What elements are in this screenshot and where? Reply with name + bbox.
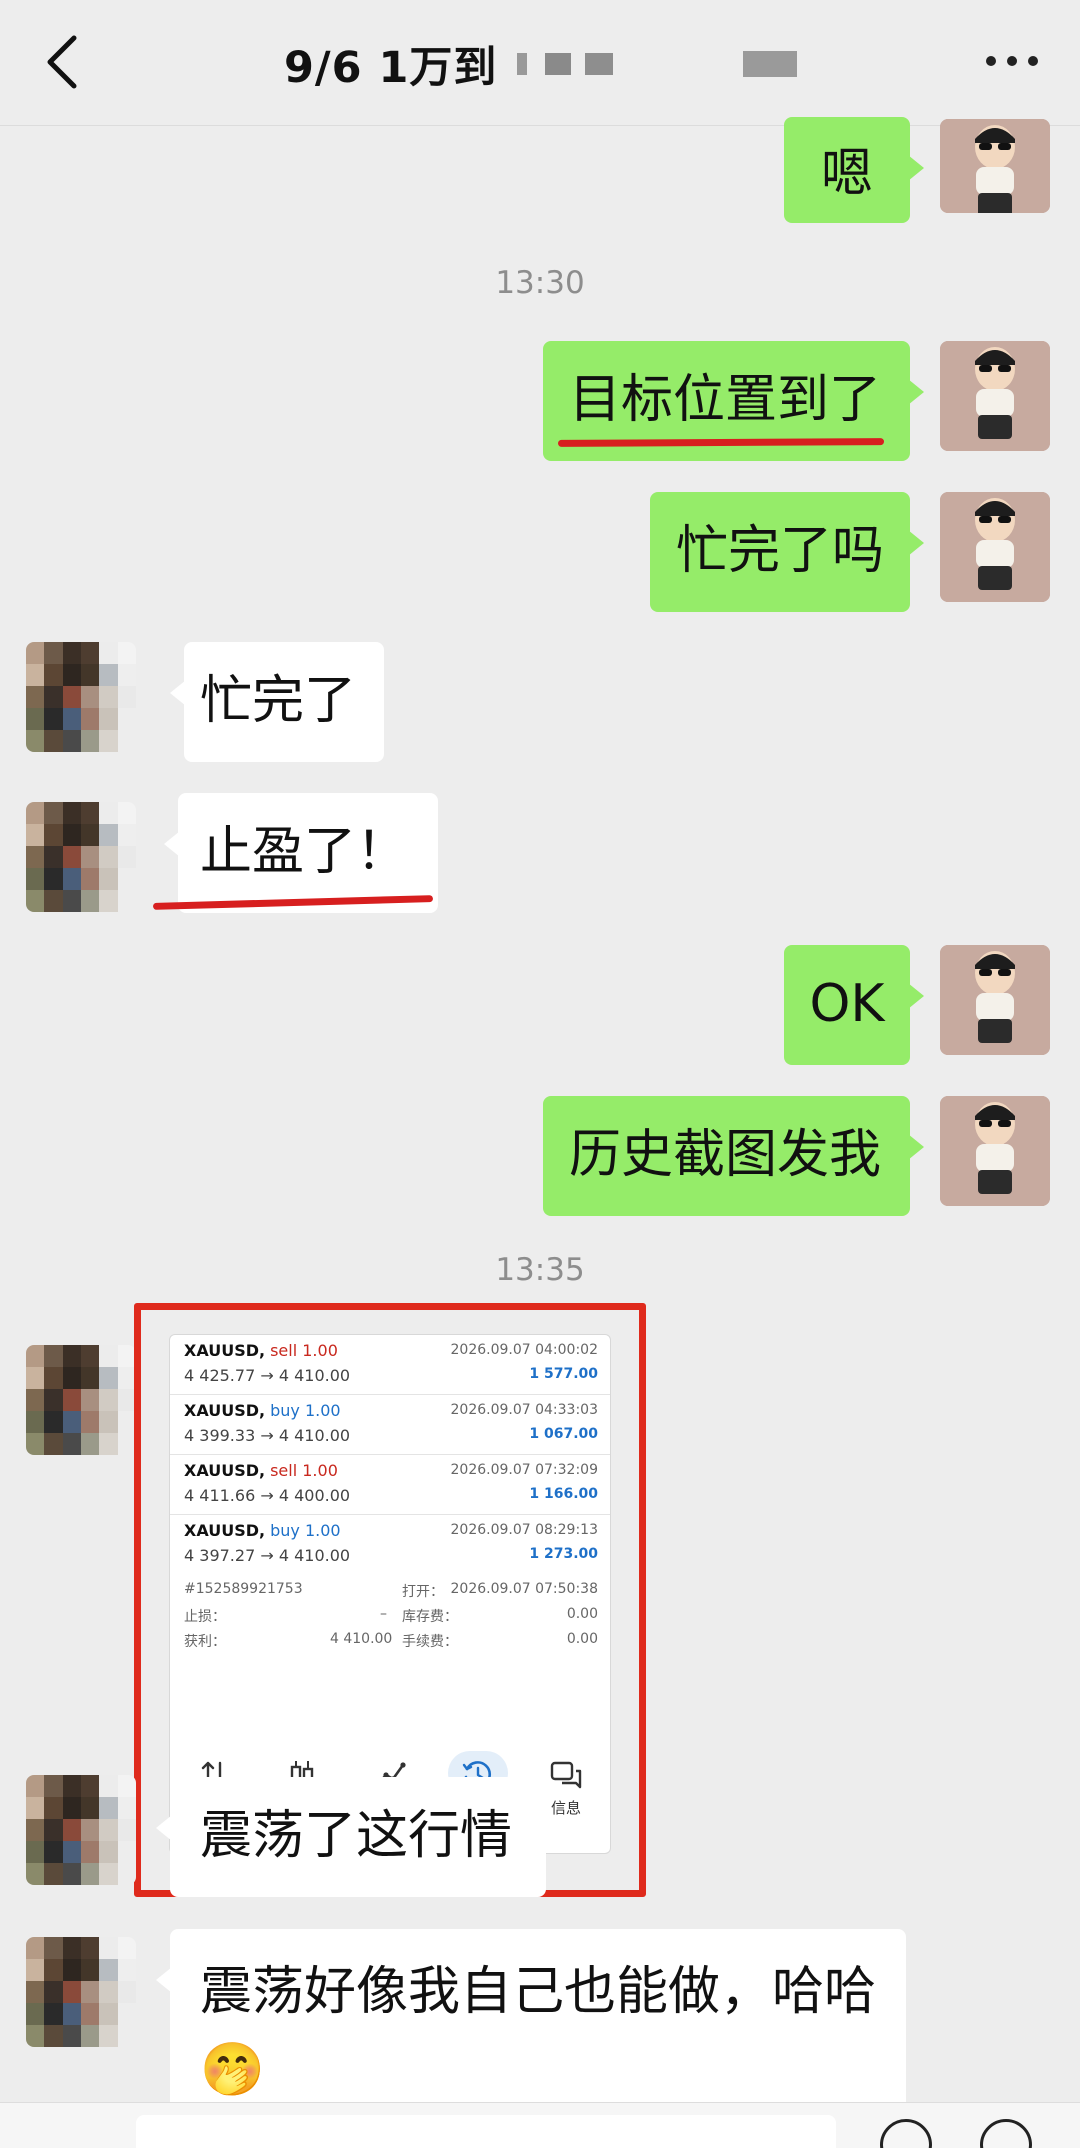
trade-prices: 4 411.66 → 4 400.00 bbox=[184, 1486, 351, 1505]
message-bubble-outgoing[interactable]: OK bbox=[784, 945, 924, 1065]
message-input[interactable] bbox=[136, 2115, 836, 2148]
trade-date: 2026.09.07 04:33:03 bbox=[450, 1402, 599, 1418]
pixelated-avatar bbox=[26, 1345, 136, 1455]
message-text: OK bbox=[809, 974, 885, 1034]
cartoon-avatar-icon bbox=[940, 492, 1050, 602]
contact-avatar-pixelated[interactable] bbox=[26, 642, 136, 752]
redacted-block bbox=[517, 53, 528, 75]
message-bubble-outgoing[interactable]: 忙完了吗 bbox=[650, 492, 924, 612]
trade-symbol-text: XAUUSD, bbox=[184, 1461, 266, 1480]
message-text: 历史截图发我 bbox=[569, 1125, 882, 1185]
trade-profit: 1 067.00 bbox=[529, 1426, 598, 1442]
sl-label: 止损： bbox=[184, 1609, 226, 1625]
trade-prices: 4 425.77 → 4 410.00 bbox=[184, 1366, 351, 1385]
trade-symbol-text: XAUUSD, bbox=[184, 1521, 266, 1540]
tp-label: 获利： bbox=[184, 1634, 226, 1650]
swap-label: 库存费： bbox=[402, 1609, 458, 1625]
trade-side: sell 1.00 bbox=[270, 1461, 338, 1480]
chevron-left-icon[interactable] bbox=[40, 34, 88, 90]
self-avatar[interactable] bbox=[940, 1096, 1050, 1206]
message-text: 止盈了！ bbox=[200, 822, 409, 882]
message-text: 震荡了这行情 bbox=[200, 1806, 513, 1866]
message-text: 忙完了吗 bbox=[676, 521, 885, 581]
trade-date: 2026.09.07 04:00:02 bbox=[450, 1342, 599, 1358]
timestamp: 13:35 bbox=[495, 1252, 585, 1288]
redacted-block bbox=[545, 53, 572, 75]
chat-header: 9/6 1万到 bbox=[0, 0, 1080, 126]
open-label: 打开： bbox=[402, 1584, 444, 1600]
open-value: 2026.09.07 07:50:38 bbox=[450, 1581, 599, 1597]
chat-title: 9/6 1万到 bbox=[284, 43, 498, 93]
contact-avatar-pixelated[interactable] bbox=[26, 802, 136, 912]
pixelated-avatar bbox=[26, 1937, 136, 2047]
trade-symbol: XAUUSD, buy 1.00 bbox=[184, 1401, 341, 1420]
trade-row: XAUUSD, buy 1.00 4 399.33 → 4 410.00 2026… bbox=[170, 1395, 610, 1455]
message-text: 忙完了 bbox=[200, 671, 357, 731]
cartoon-avatar-icon bbox=[940, 1096, 1050, 1206]
message-bubble-outgoing[interactable]: 历史截图发我 bbox=[543, 1096, 924, 1216]
chat-title-wrap: 9/6 1万到 bbox=[284, 34, 798, 94]
cartoon-avatar-icon bbox=[940, 119, 1050, 213]
trade-row: XAUUSD, sell 1.00 4 411.66 → 4 400.00 202… bbox=[170, 1455, 610, 1515]
cartoon-avatar-icon bbox=[940, 945, 1050, 1055]
redacted-block bbox=[585, 53, 614, 75]
self-avatar[interactable] bbox=[940, 492, 1050, 602]
pixelated-avatar bbox=[26, 1775, 136, 1885]
trade-date: 2026.09.07 08:29:13 bbox=[450, 1522, 599, 1538]
emoji-icon[interactable] bbox=[880, 2119, 932, 2148]
messages-icon bbox=[550, 1761, 582, 1789]
trade-profit: 1 166.00 bbox=[529, 1486, 598, 1502]
contact-avatar-pixelated[interactable] bbox=[26, 1345, 136, 1455]
self-avatar[interactable] bbox=[940, 119, 1050, 213]
message-bubble-incoming[interactable]: 止盈了！ bbox=[164, 793, 438, 913]
more-dots-icon[interactable] bbox=[984, 52, 1040, 70]
add-plus-icon[interactable] bbox=[980, 2119, 1032, 2148]
message-bubble-outgoing[interactable]: 嗯 bbox=[784, 117, 924, 223]
message-bubble-incoming[interactable]: 震荡了这行情 bbox=[156, 1777, 546, 1897]
timestamp: 13:30 bbox=[495, 265, 585, 301]
trade-row: XAUUSD, buy 1.00 4 397.27 → 4 410.00 2026… bbox=[170, 1515, 610, 1575]
trade-prices: 4 399.33 → 4 410.00 bbox=[184, 1426, 351, 1445]
message-text: 嗯 bbox=[820, 144, 873, 204]
message-input-bar bbox=[0, 2102, 1080, 2148]
trade-side: sell 1.00 bbox=[270, 1341, 338, 1360]
message-text: 目标位置到了 bbox=[569, 370, 882, 430]
trade-profit: 1 577.00 bbox=[529, 1366, 598, 1382]
self-avatar[interactable] bbox=[940, 341, 1050, 451]
chat-message-list[interactable]: 嗯 13:30 目标位置到了 忙完了吗 忙完了 止盈了！ OK 历史截图发我 1… bbox=[0, 117, 1080, 2119]
trade-prices: 4 397.27 → 4 410.00 bbox=[184, 1546, 351, 1565]
trade-detail-line: #152589921753 打开： 2026.09.07 07:50:38 bbox=[184, 1581, 598, 1605]
pixelated-avatar bbox=[26, 642, 136, 752]
contact-avatar-pixelated[interactable] bbox=[26, 1775, 136, 1885]
order-id: #152589921753 bbox=[184, 1581, 303, 1597]
commission-label: 手续费： bbox=[402, 1634, 458, 1650]
trade-profit: 1 273.00 bbox=[529, 1546, 598, 1562]
trade-symbol: XAUUSD, sell 1.00 bbox=[184, 1341, 338, 1360]
redacted-block bbox=[743, 51, 798, 77]
trade-side: buy 1.00 bbox=[270, 1521, 341, 1540]
trade-symbol: XAUUSD, buy 1.00 bbox=[184, 1521, 341, 1540]
pixelated-avatar bbox=[26, 802, 136, 912]
cartoon-avatar-icon bbox=[940, 341, 1050, 451]
trade-date: 2026.09.07 07:32:09 bbox=[450, 1462, 599, 1478]
title-redacted-blocks bbox=[517, 51, 798, 77]
trade-symbol-text: XAUUSD, bbox=[184, 1341, 266, 1360]
message-bubble-incoming[interactable]: 震荡好像我自己也能做，哈哈🤭 bbox=[156, 1929, 906, 2119]
trade-detail-line: 获利： 4 410.00 手续费： 0.00 bbox=[184, 1631, 598, 1655]
trade-symbol: XAUUSD, sell 1.00 bbox=[184, 1461, 338, 1480]
sl-value: – bbox=[380, 1606, 387, 1622]
commission-value: 0.00 bbox=[566, 1631, 598, 1647]
trade-side: buy 1.00 bbox=[270, 1401, 341, 1420]
message-bubble-incoming[interactable]: 忙完了 bbox=[170, 642, 384, 762]
swap-value: 0.00 bbox=[566, 1606, 598, 1622]
message-text: 震荡好像我自己也能做，哈哈🤭 bbox=[200, 1962, 877, 2100]
trade-detail-line: 止损： – 库存费： 0.00 bbox=[184, 1606, 598, 1630]
trade-symbol-text: XAUUSD, bbox=[184, 1401, 266, 1420]
tp-value: 4 410.00 bbox=[330, 1631, 393, 1647]
trade-history-screenshot: XAUUSD, sell 1.00 4 425.77 → 4 410.00 202… bbox=[169, 1334, 611, 1854]
trade-row: XAUUSD, sell 1.00 4 425.77 → 4 410.00 202… bbox=[170, 1335, 610, 1395]
contact-avatar-pixelated[interactable] bbox=[26, 1937, 136, 2047]
self-avatar[interactable] bbox=[940, 945, 1050, 1055]
